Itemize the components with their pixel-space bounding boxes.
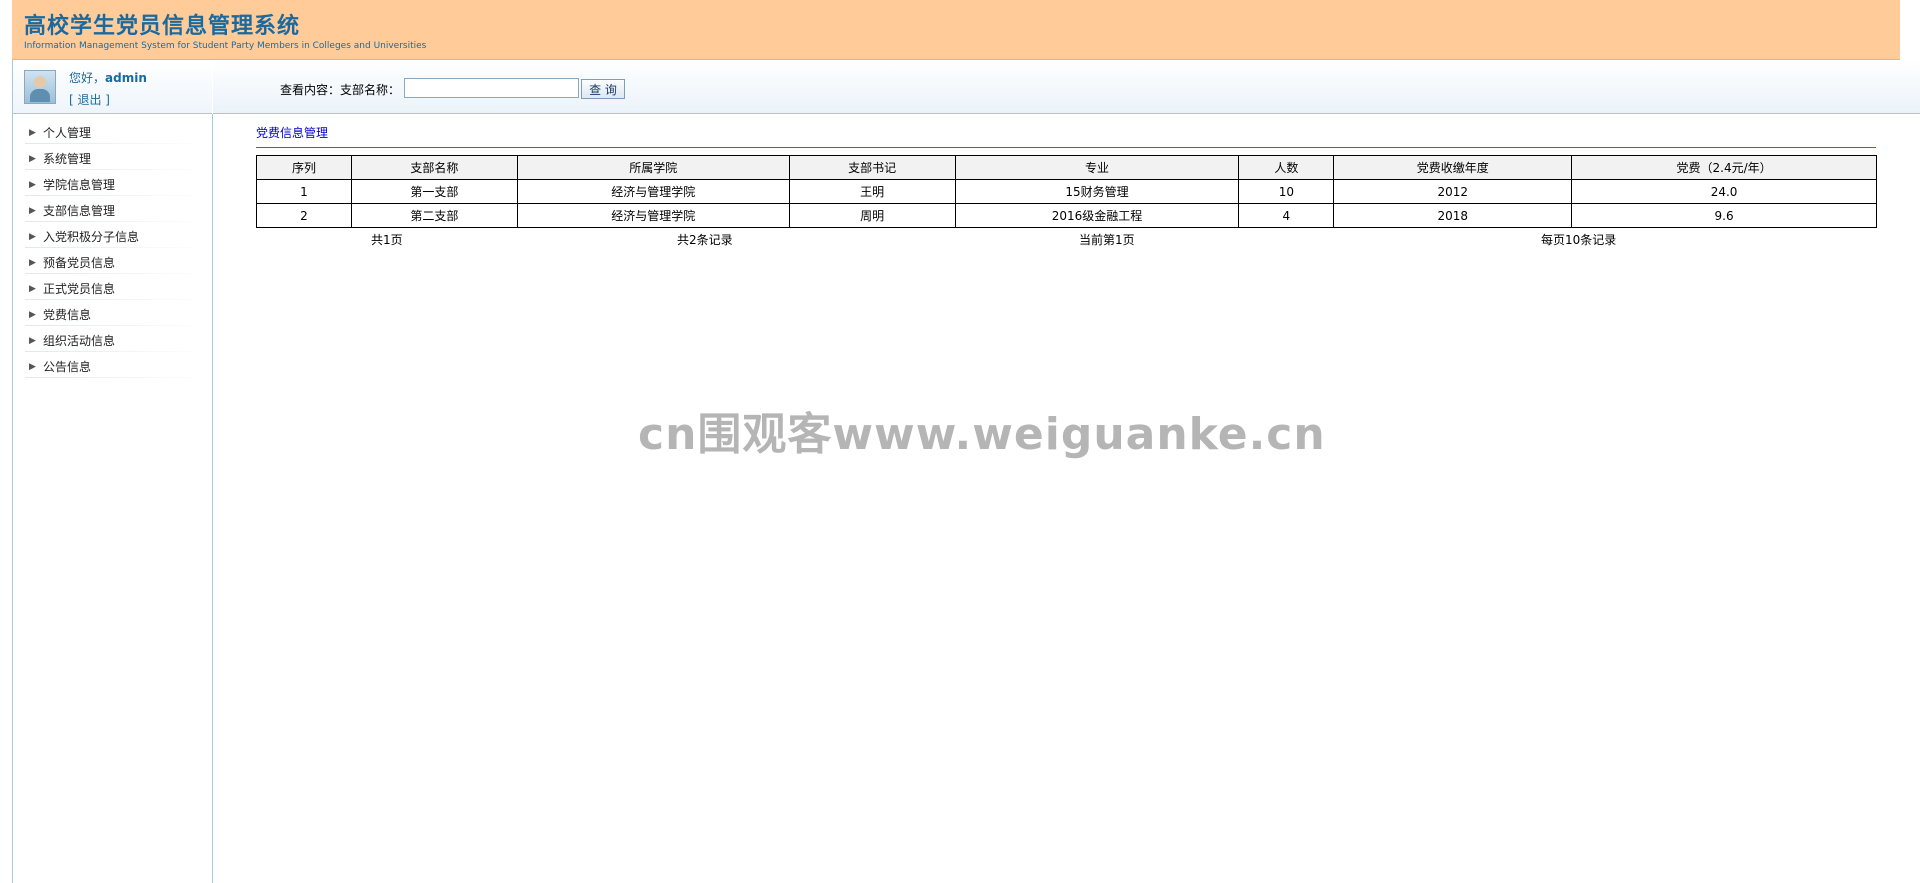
sidebar-item-personal[interactable]: ▶ 个人管理 <box>13 120 212 146</box>
sidebar-item-formal[interactable]: ▶ 正式党员信息 <box>13 276 212 302</box>
column-header: 专业 <box>954 155 1240 180</box>
column-header: 所属学院 <box>516 155 790 180</box>
search-label: 查看内容：支部名称： <box>280 83 401 97</box>
sidebar-item-college[interactable]: ▶ 学院信息管理 <box>13 172 212 198</box>
sidebar-item-activities[interactable]: ▶ 组织活动信息 <box>13 328 212 354</box>
search-bar: 查看内容：支部名称： 查 询 <box>213 60 1920 114</box>
sidebar-item-label: 支部信息管理 <box>43 204 116 218</box>
per-page: 每页10条记录 <box>1541 233 1617 247</box>
avatar <box>24 70 56 104</box>
sidebar-item-label: 公告信息 <box>43 360 92 374</box>
user-greeting: 您好，admin <box>69 69 147 86</box>
sidebar: ▶ 个人管理 ▶ 系统管理 ▶ 学院信息管理 ▶ 支部信息管理 ▶ 入党积极分子信息 ▶ 预… <box>13 114 213 883</box>
page-title: 党费信息管理 <box>256 126 329 140</box>
branch-name-search-input[interactable] <box>404 78 579 98</box>
table-cell: 经济与管理学院 <box>516 179 790 204</box>
search-button[interactable]: 查 询 <box>581 79 625 99</box>
table-cell: 4 <box>1238 203 1335 228</box>
total-records: 共2条记录 <box>677 233 733 247</box>
sidebar-item-activists[interactable]: ▶ 入党积极分子信息 <box>13 224 212 250</box>
table-cell: 2 <box>256 203 352 228</box>
sidebar-item-label: 预备党员信息 <box>43 256 116 270</box>
table-cell: 王明 <box>788 179 956 204</box>
table-cell: 2016级金融工程 <box>954 203 1240 228</box>
avatar-head-icon <box>34 76 46 88</box>
sidebar-item-dues[interactable]: ▶ 党费信息 <box>13 302 212 328</box>
table-cell: 2018 <box>1333 203 1573 228</box>
sidebar-item-label: 组织活动信息 <box>43 334 116 348</box>
column-header: 支部书记 <box>788 155 956 180</box>
column-header: 序列 <box>256 155 352 180</box>
table-cell: 24.0 <box>1571 179 1877 204</box>
watermark: cn围观客www.weiguanke.cn <box>638 409 1326 460</box>
sidebar-item-notices[interactable]: ▶ 公告信息 <box>13 354 212 380</box>
table-cell: 10 <box>1238 179 1335 204</box>
dues-table: 序列 支部名称 所属学院 支部书记 专业 人数 党费收缴年度 党费（2.4元/年… <box>256 155 1877 228</box>
table-cell: 第二支部 <box>350 203 518 228</box>
caret-right-icon: ▶ <box>29 310 36 320</box>
app-title: 高校学生党员信息管理系统 <box>24 13 301 39</box>
table-cell: 9.6 <box>1571 203 1877 228</box>
table-header-row: 序列 支部名称 所属学院 支部书记 专业 人数 党费收缴年度 党费（2.4元/年… <box>256 155 1877 180</box>
pagination: 共1页 共2条记录 当前第1页 每页10条记录 <box>256 231 1877 247</box>
username: admin <box>105 71 147 85</box>
logout-link[interactable]: [ 退出 ] <box>69 91 110 108</box>
sidebar-item-label: 党费信息 <box>43 308 92 322</box>
current-page: 当前第1页 <box>1079 233 1135 247</box>
user-panel: 您好，admin [ 退出 ] <box>13 60 212 114</box>
caret-right-icon: ▶ <box>29 232 36 242</box>
app-subtitle: Information Management System for Studen… <box>24 41 427 51</box>
caret-right-icon: ▶ <box>29 206 36 216</box>
sidebar-item-label: 学院信息管理 <box>43 178 116 192</box>
column-header: 支部名称 <box>350 155 518 180</box>
sidebar-item-label: 入党积极分子信息 <box>43 230 140 244</box>
column-header: 党费收缴年度 <box>1333 155 1573 180</box>
app-header: 高校学生党员信息管理系统 Information Management Syst… <box>12 0 1900 60</box>
table-cell: 15财务管理 <box>954 179 1240 204</box>
sidebar-item-label: 系统管理 <box>43 152 92 166</box>
column-header: 人数 <box>1238 155 1335 180</box>
caret-right-icon: ▶ <box>29 362 36 372</box>
caret-right-icon: ▶ <box>29 284 36 294</box>
table-row: 2 第二支部 经济与管理学院 周明 2016级金融工程 4 2018 9.6 <box>256 203 1877 228</box>
column-header: 党费（2.4元/年） <box>1571 155 1877 180</box>
sidebar-item-label: 个人管理 <box>43 126 92 140</box>
total-pages: 共1页 <box>371 233 403 247</box>
caret-right-icon: ▶ <box>29 154 36 164</box>
sidebar-item-branch[interactable]: ▶ 支部信息管理 <box>13 198 212 224</box>
sidebar-item-label: 正式党员信息 <box>43 282 116 296</box>
sidebar-item-probationary[interactable]: ▶ 预备党员信息 <box>13 250 212 276</box>
title-divider <box>256 147 1876 148</box>
greeting-text: 您好， <box>69 71 106 85</box>
avatar-body-icon <box>30 89 50 102</box>
sidebar-item-system[interactable]: ▶ 系统管理 <box>13 146 212 172</box>
table-cell: 经济与管理学院 <box>516 203 790 228</box>
caret-right-icon: ▶ <box>29 180 36 190</box>
table-row: 1 第一支部 经济与管理学院 王明 15财务管理 10 2012 24.0 <box>256 179 1877 204</box>
table-cell: 第一支部 <box>350 179 518 204</box>
table-cell: 2012 <box>1333 179 1573 204</box>
table-cell: 1 <box>256 179 352 204</box>
sidebar-menu: ▶ 个人管理 ▶ 系统管理 ▶ 学院信息管理 ▶ 支部信息管理 ▶ 入党积极分子信息 ▶ 预… <box>13 120 212 380</box>
table-cell: 周明 <box>788 203 956 228</box>
caret-right-icon: ▶ <box>29 128 36 138</box>
caret-right-icon: ▶ <box>29 336 36 346</box>
caret-right-icon: ▶ <box>29 258 36 268</box>
